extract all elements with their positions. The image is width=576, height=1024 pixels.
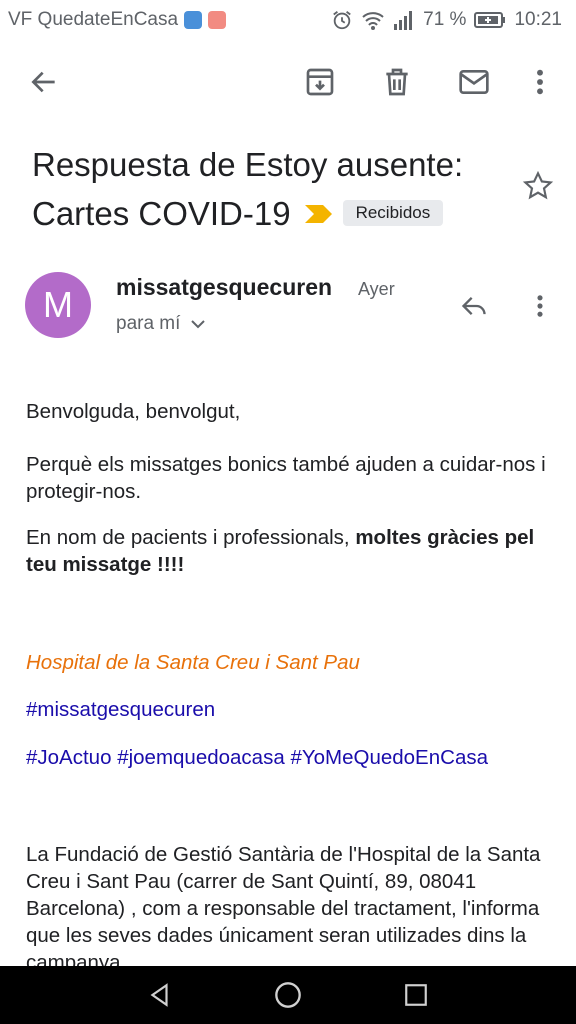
hashtag-link[interactable]: #joemquedoacasa bbox=[117, 746, 285, 769]
back-button[interactable] bbox=[22, 60, 66, 104]
reply-button[interactable] bbox=[452, 286, 496, 326]
avatar[interactable]: M bbox=[25, 272, 91, 338]
more-options-button[interactable] bbox=[518, 60, 562, 104]
alarm-icon bbox=[333, 11, 351, 30]
home-circle-icon bbox=[275, 982, 301, 1008]
paragraph-2: En nom de pacients i professionals, molt… bbox=[26, 524, 554, 578]
back-triangle-icon bbox=[150, 983, 168, 1007]
email-date: Ayer bbox=[358, 279, 395, 299]
delete-icon bbox=[386, 68, 408, 96]
wifi-icon bbox=[362, 12, 384, 30]
email-subject: Respuesta de Estoy ausente: Cartes COVID… bbox=[32, 140, 502, 241]
signal-icon bbox=[394, 11, 413, 30]
navigation-bar bbox=[0, 966, 576, 1024]
status-bar: VF QuedateEnCasa 71 % 10:21 bbox=[0, 0, 576, 40]
recipient-label: para mí bbox=[116, 313, 181, 334]
message-more-button[interactable] bbox=[522, 286, 558, 326]
nav-home-button[interactable] bbox=[267, 974, 309, 1016]
importance-marker-icon bbox=[304, 189, 333, 238]
nav-back-button[interactable] bbox=[139, 974, 181, 1016]
paragraph-2-plain: En nom de pacients i professionals, bbox=[26, 526, 356, 549]
inbox-label-chip[interactable]: Recibidos bbox=[342, 200, 444, 227]
mail-notification-icon bbox=[208, 11, 227, 29]
back-arrow-icon bbox=[31, 71, 55, 93]
nav-recents-button[interactable] bbox=[395, 974, 437, 1016]
mark-unread-button[interactable] bbox=[452, 60, 496, 104]
delete-button[interactable] bbox=[375, 60, 419, 104]
archive-button[interactable] bbox=[298, 60, 342, 104]
sender-name: missatgesquecuren bbox=[116, 274, 333, 300]
legal-notice: La Fundació de Gestió Santària de l'Hosp… bbox=[26, 843, 541, 974]
clock: 10:21 bbox=[514, 9, 562, 30]
hashtag-link[interactable]: #YoMeQuedoEnCasa bbox=[290, 746, 488, 769]
star-icon bbox=[522, 170, 554, 200]
battery-icon bbox=[474, 12, 506, 28]
chevron-down-icon bbox=[191, 320, 206, 329]
carrier-name: VF QuedateEnCasa bbox=[8, 9, 179, 30]
hashtag-link[interactable]: #missatgesquecuren bbox=[26, 698, 215, 721]
hashtag-link[interactable]: #JoActuo bbox=[26, 746, 111, 769]
mark-unread-icon bbox=[459, 70, 489, 94]
hospital-name: Hospital de la Santa Creu i Sant Pau bbox=[26, 651, 360, 674]
recipient-details-toggle[interactable]: para mí bbox=[116, 313, 206, 335]
more-vert-icon bbox=[537, 295, 543, 317]
greeting: Benvolguda, benvolgut, bbox=[26, 400, 241, 423]
paragraph-1: Perquè els missatges bonics també ajuden… bbox=[26, 453, 546, 503]
toolbar bbox=[0, 50, 576, 114]
recents-square-icon bbox=[405, 984, 427, 1006]
archive-icon bbox=[306, 68, 334, 96]
more-vert-icon bbox=[537, 69, 543, 95]
reply-icon bbox=[461, 297, 486, 315]
email-body: Benvolguda, benvolgut, Perquè els missat… bbox=[26, 398, 554, 976]
battery-percent: 71 % bbox=[423, 9, 467, 30]
shield-icon bbox=[184, 11, 203, 29]
star-button[interactable] bbox=[518, 166, 558, 206]
